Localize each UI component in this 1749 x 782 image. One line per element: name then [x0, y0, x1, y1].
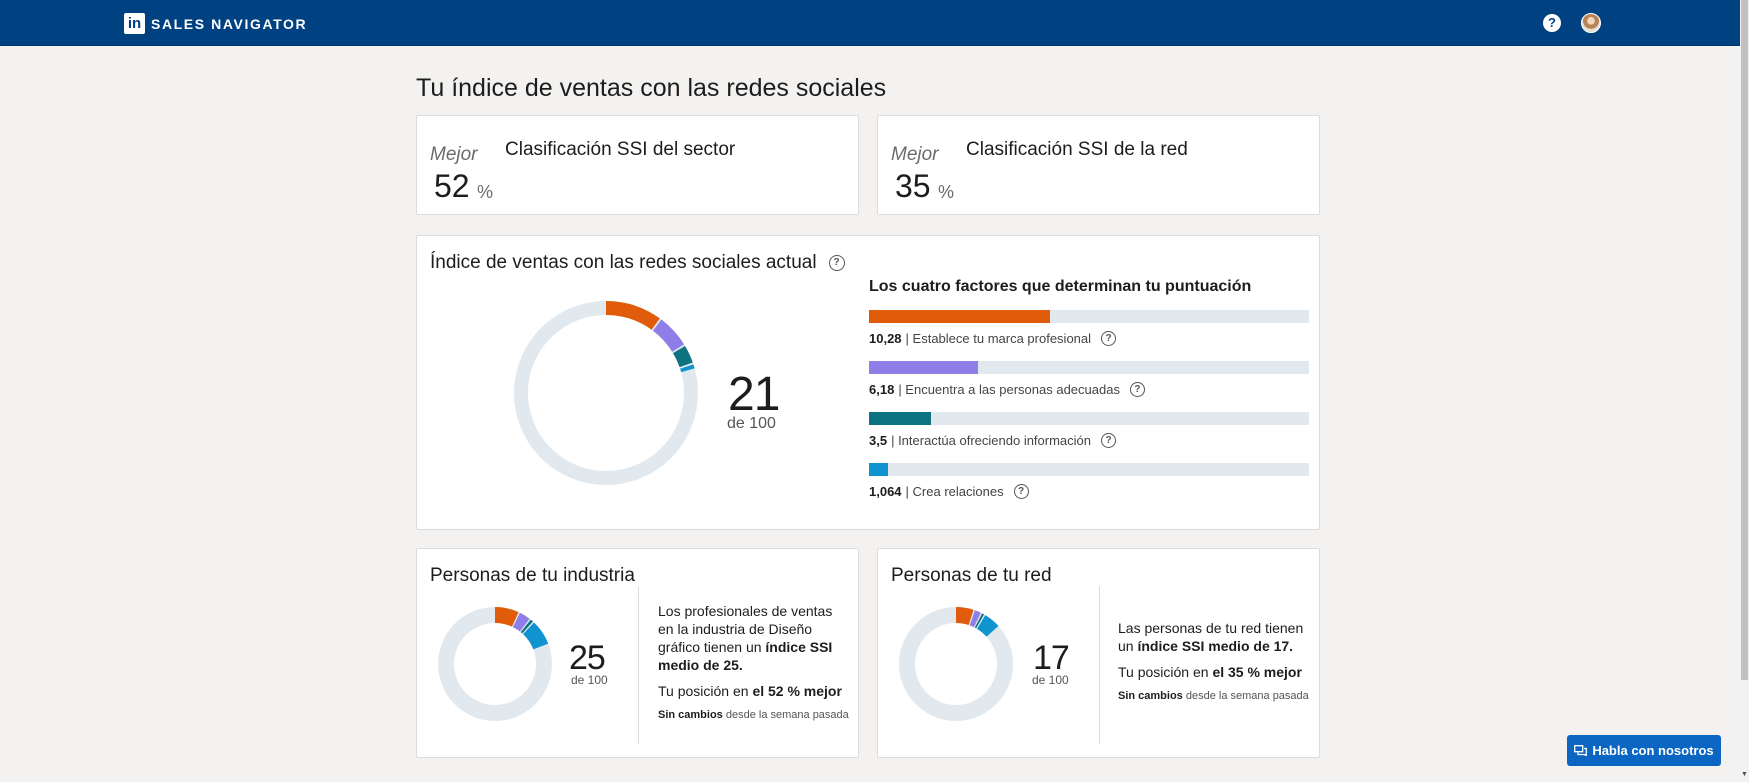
help-icon[interactable]: ?	[828, 255, 845, 271]
factor-bar-fill	[869, 361, 978, 374]
help-icon[interactable]: ?	[1101, 433, 1117, 448]
better-label: Mejor	[891, 144, 939, 165]
linkedin-icon: in	[124, 13, 145, 34]
better-label: Mejor	[430, 144, 478, 165]
sales-navigator-logo[interactable]: in SALES NAVIGATOR	[124, 13, 307, 34]
factor-insights: 3,5 | Interactúa ofreciendo información?	[869, 412, 1309, 448]
chat-button[interactable]: Habla con nosotros	[1567, 735, 1721, 766]
factor-label: 1,064 | Crea relaciones?	[869, 484, 1309, 499]
help-icon[interactable]: ?	[1101, 331, 1117, 346]
network-people-card: Personas de tu red 17 de 100 Las persona…	[877, 548, 1320, 758]
help-icon[interactable]: ?	[1013, 484, 1029, 499]
donut-segment	[512, 612, 530, 632]
industry-position: Tu posición en el 52 % mejor	[658, 683, 842, 699]
factor-relationships: 1,064 | Crea relaciones?	[869, 463, 1309, 499]
scrollbar-thumb[interactable]	[1741, 0, 1748, 680]
network-title: Personas de tu red	[891, 565, 1052, 586]
divider	[638, 586, 639, 744]
network-description: Las personas de tu red tienen un índice …	[1118, 620, 1304, 654]
factor-bar-track	[869, 310, 1309, 323]
factor-bar-fill	[869, 412, 931, 425]
ssi-donut-chart	[514, 301, 698, 485]
divider	[1099, 586, 1100, 744]
nav-divider	[1525, 0, 1526, 46]
factor-people: 6,18 | Encuentra a las personas adecuadas…	[869, 361, 1309, 397]
factor-bar-track	[869, 412, 1309, 425]
network-position: Tu posición en el 35 % mejor	[1118, 664, 1302, 680]
brand-name: SALES NAVIGATOR	[151, 15, 308, 32]
percent-sign: %	[938, 182, 955, 202]
top-navigation-bar: in SALES NAVIGATOR ?	[0, 0, 1740, 46]
donut-segment	[969, 610, 981, 628]
current-ssi-title: Índice de ventas con las redes sociales …	[430, 252, 845, 274]
factor-bar-fill	[869, 310, 1050, 323]
network-score-of: de 100	[1032, 673, 1069, 687]
donut-segment	[520, 619, 533, 634]
profile-avatar[interactable]	[1581, 13, 1601, 33]
donut-segment	[652, 319, 685, 352]
factors-title: Los cuatro factores que determinan tu pu…	[869, 278, 1252, 295]
donut-segment	[955, 607, 974, 626]
current-ssi-title-text: Índice de ventas con las redes sociales …	[430, 252, 817, 273]
chat-button-label: Habla con nosotros	[1592, 743, 1714, 758]
factor-bar-track	[869, 361, 1309, 374]
ssi-score-of: de 100	[727, 415, 776, 432]
help-icon[interactable]: ?	[1543, 14, 1561, 32]
factor-label: 6,18 | Encuentra a las personas adecuadas…	[869, 382, 1309, 397]
industry-score-of: de 100	[571, 673, 608, 687]
percent-sign: %	[477, 182, 494, 202]
network-rank-card: Mejor 35 % Clasificación SSI de la red	[877, 115, 1320, 215]
factor-bar-track	[869, 463, 1309, 476]
industry-description: Los profesionales de ventas en la indust…	[658, 603, 833, 673]
industry-title: Personas de tu industria	[430, 565, 635, 586]
industry-donut-chart	[438, 607, 552, 721]
donut-segment	[605, 301, 660, 330]
network-donut-chart	[899, 607, 1013, 721]
donut-segment	[680, 364, 695, 373]
donut-segment	[974, 613, 985, 629]
help-icon[interactable]: ?	[1129, 382, 1145, 397]
factor-bar-fill	[869, 463, 888, 476]
donut-segment	[522, 622, 549, 650]
donut-segment	[494, 607, 519, 627]
network-rank-value: 35	[895, 168, 931, 204]
network-change-note: Sin cambios desde la semana pasada	[1118, 690, 1309, 702]
factor-label: 10,28 | Establece tu marca profesional?	[869, 331, 1309, 346]
donut-segment	[672, 345, 693, 368]
factor-brand: 10,28 | Establece tu marca profesional?	[869, 310, 1309, 346]
ssi-score: 21	[728, 368, 780, 421]
donut-segment	[976, 615, 999, 637]
chat-icon	[1574, 745, 1588, 756]
factor-label: 3,5 | Interactúa ofreciendo información?	[869, 433, 1309, 448]
industry-people-card: Personas de tu industria 25 de 100 Los p…	[416, 548, 859, 758]
industry-rank-value: 52	[434, 168, 470, 204]
page-title: Tu índice de ventas con las redes social…	[416, 74, 887, 102]
network-rank-title: Clasificación SSI de la red	[966, 139, 1188, 160]
industry-rank-card: Mejor 52 % Clasificación SSI del sector	[416, 115, 859, 215]
industry-change-note: Sin cambios desde la semana pasada	[658, 709, 849, 721]
current-ssi-card: Índice de ventas con las redes sociales …	[416, 235, 1320, 530]
industry-rank-title: Clasificación SSI del sector	[505, 139, 736, 160]
scroll-down-arrow-icon[interactable]: ▼	[1741, 771, 1748, 779]
